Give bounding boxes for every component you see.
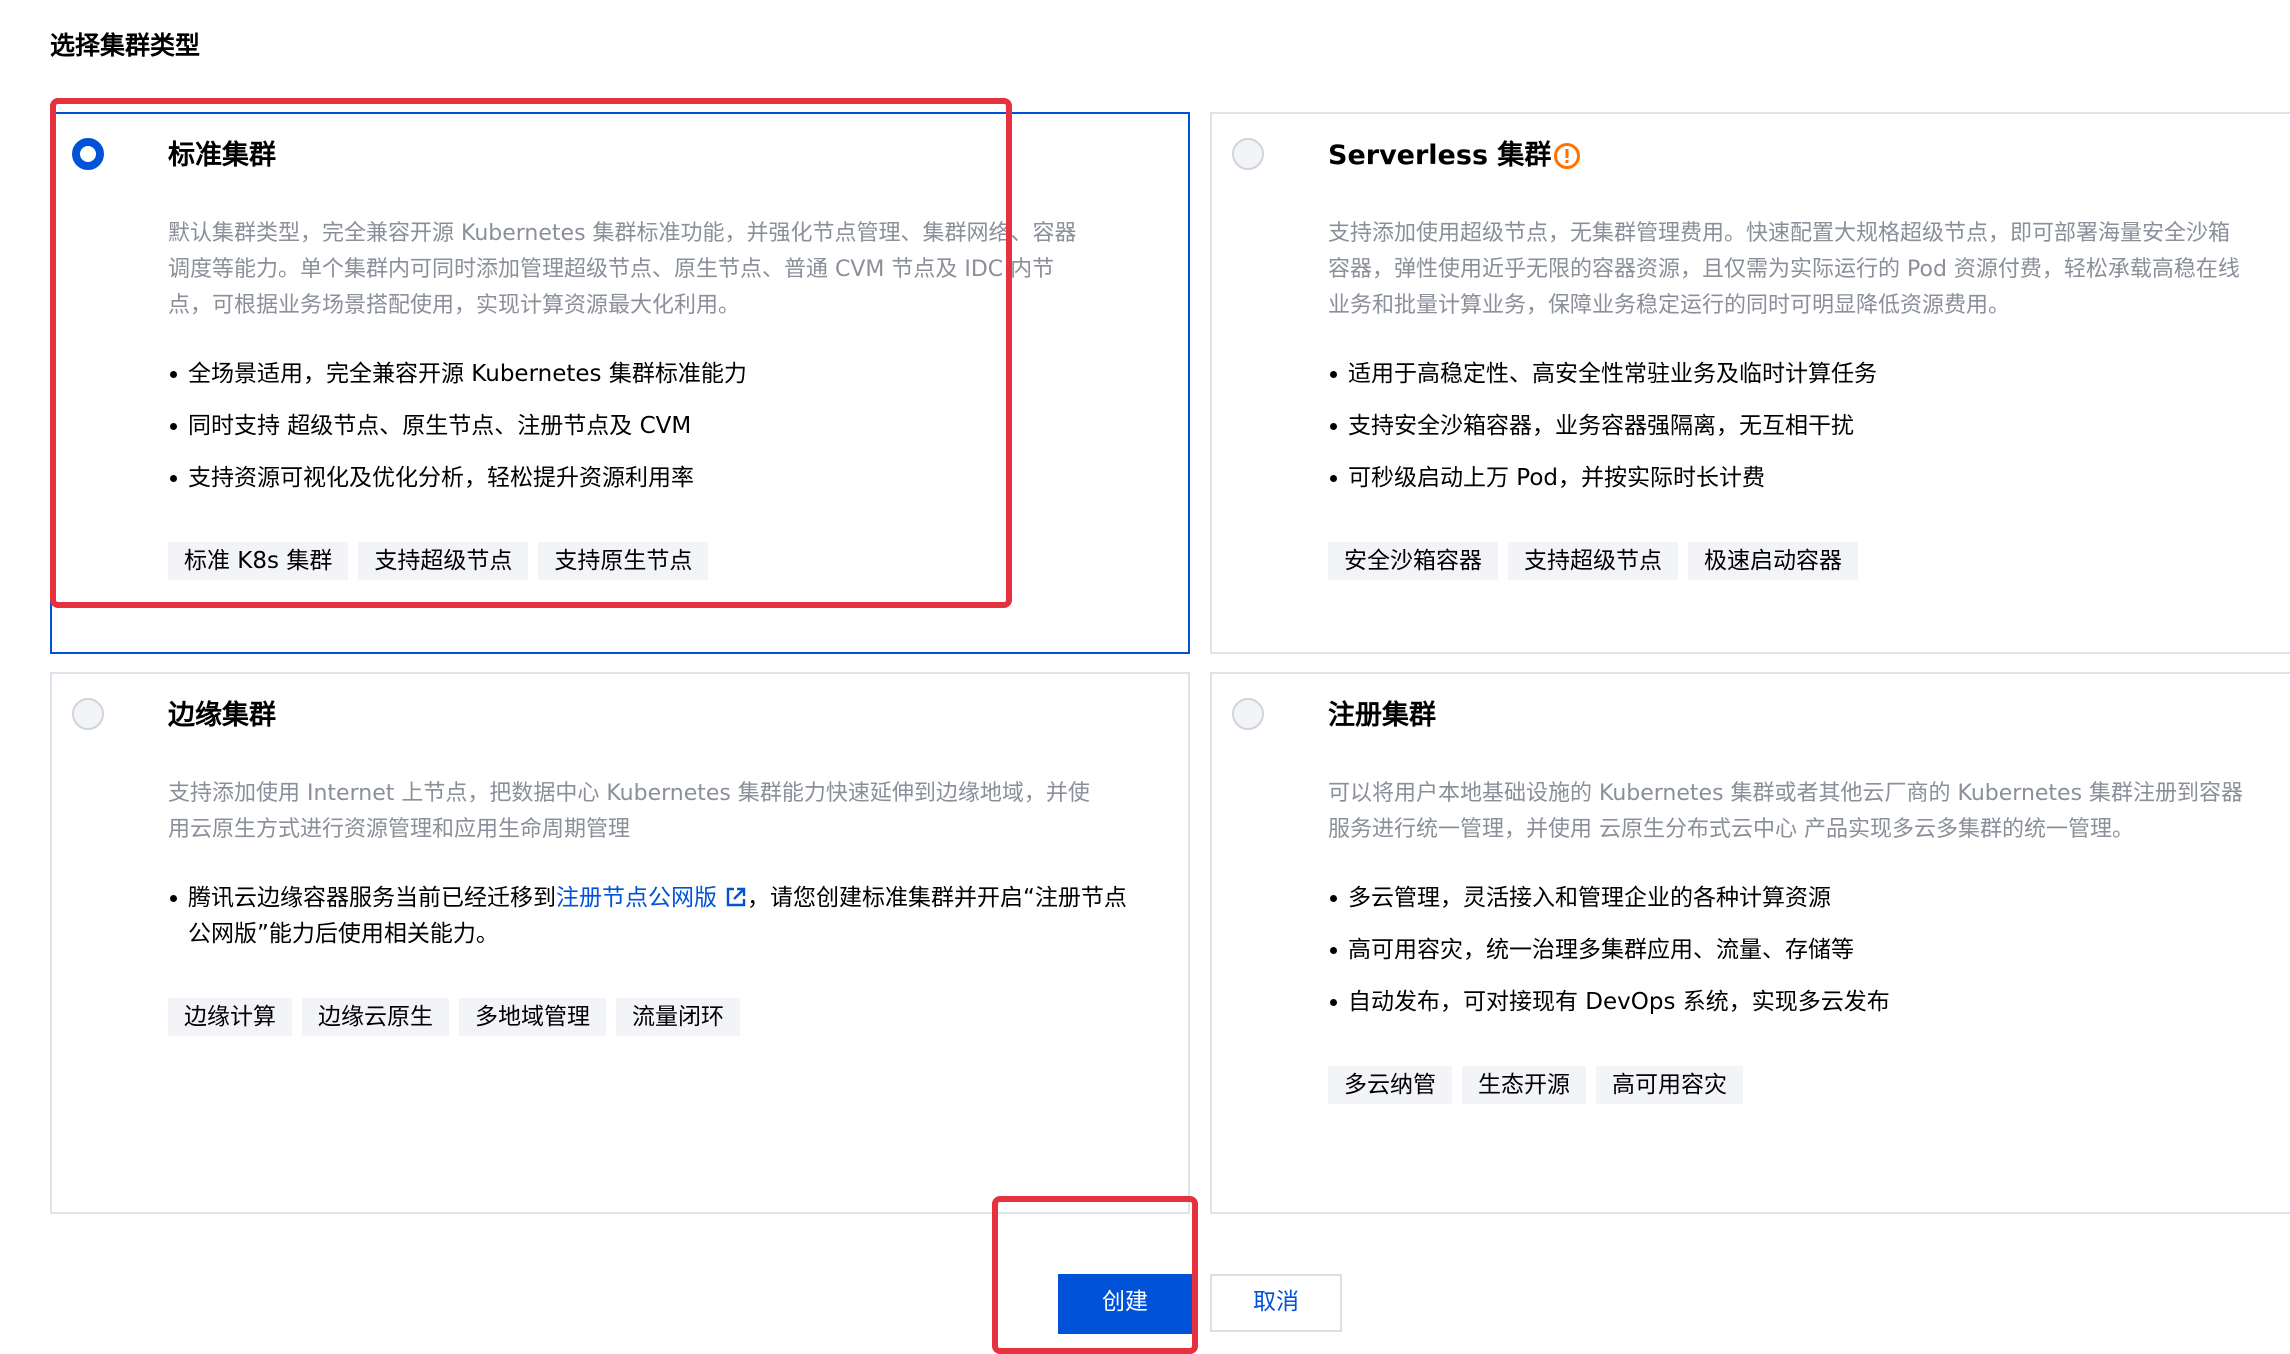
external-link-icon[interactable] [725,886,747,908]
registered-node-public-link[interactable]: 注册节点公网版 [556,885,717,911]
description-line: 容器，弹性使用近乎无限的容器资源，且仅需为实际运行的 Pod 资源付费，轻松承载… [1328,257,2240,282]
tag: 多云纳管 [1328,1066,1452,1104]
radio-standard-cluster[interactable] [72,138,104,170]
radio-edge-cluster[interactable] [72,698,104,730]
feature-text: 高可用容灾，统一治理多集群应用、流量、存储等 [1348,937,1854,963]
card-title: 边缘集群 [168,700,276,731]
card-title-row: Serverless 集群 [1328,138,1581,174]
tag: 流量闭环 [616,998,740,1036]
feature-text: 全场景适用，完全兼容开源 Kubernetes 集群标准能力 [188,361,747,387]
tag: 多地域管理 [459,998,606,1036]
feature-text: 多云管理，灵活接入和管理企业的各种计算资源 [1348,885,1831,911]
card-title: 标准集群 [168,140,276,171]
bullet-icon [170,371,177,378]
create-button[interactable]: 创建 [1058,1274,1192,1334]
tag-list: 边缘计算 边缘云原生 多地域管理 流量闭环 [168,998,740,1036]
feature-item: 适用于高稳定性、高安全性常驻业务及临时计算任务 [1328,356,1877,392]
tag: 极速启动容器 [1688,542,1858,580]
feature-item: 同时支持 超级节点、原生节点、注册节点及 CVM [168,408,747,444]
tag: 支持超级节点 [358,542,529,580]
bullet-icon [170,475,177,482]
bullet-icon [1330,371,1337,378]
tag-list: 安全沙箱容器 支持超级节点 极速启动容器 [1328,542,1858,580]
bullet-icon [170,423,177,430]
feature-text: 同时支持 超级节点、原生节点、注册节点及 CVM [188,413,692,439]
card-description: 可以将用户本地基础设施的 Kubernetes 集群或者其他云厂商的 Kuber… [1328,776,2243,848]
tag: 边缘云原生 [302,998,449,1036]
feature-item: 自动发布，可对接现有 DevOps 系统，实现多云发布 [1328,984,1890,1020]
tag: 生态开源 [1462,1066,1586,1104]
description-line: 用云原生方式进行资源管理和应用生命周期管理 [168,817,631,842]
card-standard-cluster[interactable]: 标准集群 默认集群类型，完全兼容开源 Kubernetes 集群标准功能，并强化… [50,112,1190,654]
feature-list: 适用于高稳定性、高安全性常驻业务及临时计算任务 支持安全沙箱容器，业务容器强隔离… [1328,356,1877,512]
feature-item: 高可用容灾，统一治理多集群应用、流量、存储等 [1328,932,1890,968]
radio-registered-cluster[interactable] [1232,698,1264,730]
feature-item: 腾讯云边缘容器服务当前已经迁移到注册节点公网版 ，请您创建标准集群并开启“注册节点 [168,880,1127,916]
feature-text: 腾讯云边缘容器服务当前已经迁移到 [188,885,556,911]
feature-text: ，请您创建标准集群并开启“注册节点 [747,885,1127,911]
radio-serverless-cluster[interactable] [1232,138,1264,170]
description-line: 服务进行统一管理，并使用 云原生分布式云中心 产品实现多云多集群的统一管理。 [1328,817,2134,842]
feature-item: 多云管理，灵活接入和管理企业的各种计算资源 [1328,880,1890,916]
feature-text: 公网版”能力后使用相关能力。 [188,921,499,947]
feature-list: 腾讯云边缘容器服务当前已经迁移到注册节点公网版 ，请您创建标准集群并开启“注册节点… [168,880,1127,968]
tag-list: 多云纳管 生态开源 高可用容灾 [1328,1066,1743,1104]
card-title: 注册集群 [1328,700,1436,731]
card-description: 支持添加使用超级节点，无集群管理费用。快速配置大规格超级节点，即可部署海量安全沙… [1328,216,2240,324]
bullet-icon [1330,947,1337,954]
bullet-icon [1330,999,1337,1006]
description-line: 默认集群类型，完全兼容开源 Kubernetes 集群标准功能，并强化节点管理、… [168,221,1077,246]
feature-item: 可秒级启动上万 Pod，并按实际时长计费 [1328,460,1877,496]
bullet-icon [1330,895,1337,902]
feature-text: 自动发布，可对接现有 DevOps 系统，实现多云发布 [1348,989,1890,1015]
description-line: 调度等能力。单个集群内可同时添加管理超级节点、原生节点、普通 CVM 节点及 I… [168,257,1055,282]
description-line: 业务和批量计算业务，保障业务稳定运行的同时可明显降低资源费用。 [1328,293,2011,318]
description-line: 可以将用户本地基础设施的 Kubernetes 集群或者其他云厂商的 Kuber… [1328,781,2244,806]
bullet-icon [170,895,177,902]
feature-list: 多云管理，灵活接入和管理企业的各种计算资源 高可用容灾，统一治理多集群应用、流量… [1328,880,1890,1036]
warning-icon[interactable] [1553,142,1581,170]
tag: 支持超级节点 [1508,542,1678,580]
card-title: Serverless 集群 [1328,140,1552,171]
feature-text: 可秒级启动上万 Pod，并按实际时长计费 [1348,465,1766,491]
feature-item: 全场景适用，完全兼容开源 Kubernetes 集群标准能力 [168,356,747,392]
card-registered-cluster[interactable]: 注册集群 可以将用户本地基础设施的 Kubernetes 集群或者其他云厂商的 … [1210,672,2290,1214]
tag: 支持原生节点 [538,542,709,580]
feature-list: 全场景适用，完全兼容开源 Kubernetes 集群标准能力 同时支持 超级节点… [168,356,747,512]
bullet-icon [1330,475,1337,482]
cancel-button[interactable]: 取消 [1210,1274,1342,1332]
feature-text: 适用于高稳定性、高安全性常驻业务及临时计算任务 [1348,361,1877,387]
bullet-icon [1330,423,1337,430]
feature-item: 支持安全沙箱容器，业务容器强隔离，无互相干扰 [1328,408,1877,444]
feature-item: 支持资源可视化及优化分析，轻松提升资源利用率 [168,460,747,496]
card-description: 默认集群类型，完全兼容开源 Kubernetes 集群标准功能，并强化节点管理、… [168,216,1077,324]
tag-list: 标准 K8s 集群 支持超级节点 支持原生节点 [168,542,709,580]
feature-text: 支持安全沙箱容器，业务容器强隔离，无互相干扰 [1348,413,1854,439]
tag: 安全沙箱容器 [1328,542,1498,580]
card-serverless-cluster[interactable]: Serverless 集群 支持添加使用超级节点，无集群管理费用。快速配置大规格… [1210,112,2290,654]
feature-text: 支持资源可视化及优化分析，轻松提升资源利用率 [188,465,694,491]
tag: 高可用容灾 [1596,1066,1743,1104]
description-line: 支持添加使用超级节点，无集群管理费用。快速配置大规格超级节点，即可部署海量安全沙… [1328,221,2231,246]
page-title: 选择集群类型 [50,31,201,60]
tag: 边缘计算 [168,998,292,1036]
tag: 标准 K8s 集群 [168,542,349,580]
card-description: 支持添加使用 Internet 上节点，把数据中心 Kubernetes 集群能… [168,776,1090,848]
feature-item-continued: 公网版”能力后使用相关能力。 [168,916,1127,952]
card-edge-cluster[interactable]: 边缘集群 支持添加使用 Internet 上节点，把数据中心 Kubernete… [50,672,1190,1214]
description-line: 支持添加使用 Internet 上节点，把数据中心 Kubernetes 集群能… [168,781,1090,806]
description-line: 点，可根据业务场景搭配使用，实现计算资源最大化利用。 [168,293,741,318]
